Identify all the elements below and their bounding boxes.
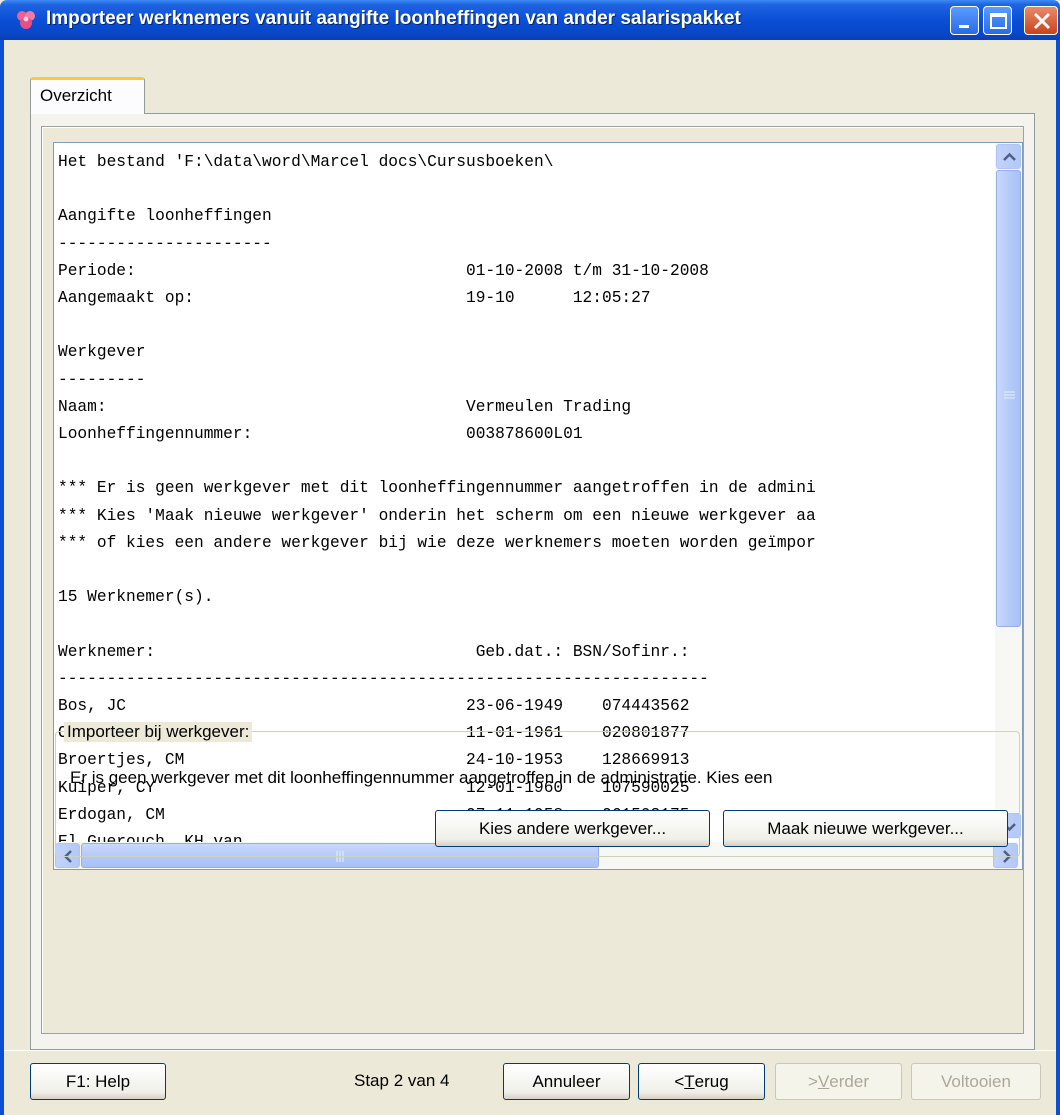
report-line	[58, 448, 816, 475]
next-button-key: V	[817, 1071, 830, 1091]
report-line	[58, 611, 816, 638]
close-button[interactable]	[1024, 6, 1058, 35]
window-frame-left	[0, 40, 4, 1115]
minimize-icon	[959, 25, 969, 28]
report-line	[58, 557, 816, 584]
report-line: *** of kies een andere werkgever bij wie…	[58, 533, 816, 552]
scroll-up-icon	[1003, 152, 1016, 161]
maximize-button[interactable]	[983, 6, 1012, 35]
back-button-key: T	[684, 1071, 695, 1091]
report-line: Werknemer: Geb.dat.: BSN/Sofinr.:	[58, 642, 690, 661]
report-line: 15 Werknemer(s).	[58, 588, 214, 607]
create-new-employer-button[interactable]: Maak nieuwe werkgever...	[723, 810, 1008, 847]
tab-overzicht[interactable]: Overzicht	[30, 77, 145, 114]
report-line	[58, 312, 816, 339]
report-line: Aangemaakt op: 19-10 12:05:27	[58, 289, 651, 308]
report-line: ----------------------	[58, 234, 272, 253]
title-bar[interactable]: Importeer werknemers vanuit aangifte loo…	[0, 0, 1060, 40]
next-button-rest: erder	[829, 1071, 869, 1091]
step-indicator: Stap 2 van 4	[354, 1071, 450, 1090]
minimize-button[interactable]	[950, 6, 979, 35]
help-button[interactable]: F1: Help	[30, 1063, 166, 1100]
groupbox-legend: Importeer bij werkgever:	[64, 722, 253, 742]
vertical-scroll-thumb[interactable]	[996, 170, 1021, 627]
report-line: Loonheffingennummer: 003878600L01	[58, 425, 583, 444]
footer-separator	[4, 1050, 1056, 1051]
choose-other-employer-button[interactable]: Kies andere werkgever...	[435, 810, 710, 847]
next-button[interactable]: > Verder	[775, 1063, 902, 1100]
grip-icon	[1004, 391, 1015, 399]
groupbox-message: Er is geen werkgever met dit loonheffing…	[70, 768, 773, 787]
report-line: *** Kies 'Maak nieuwe werkgever' onderin…	[58, 506, 816, 525]
report-line	[58, 176, 816, 203]
scroll-up-button[interactable]	[996, 144, 1021, 169]
cancel-button[interactable]: Annuleer	[503, 1063, 630, 1100]
next-button-prefix: >	[808, 1071, 818, 1091]
report-line: Het bestand 'F:\data\word\Marcel docs\Cu…	[58, 153, 554, 171]
maximize-icon	[990, 13, 1007, 29]
report-line: Bos, JC 23-06-1949 074443562	[58, 697, 690, 716]
back-button-rest: erug	[694, 1071, 729, 1091]
window-title: Importeer werknemers vanuit aangifte loo…	[46, 8, 741, 29]
report-line: Werkgever	[58, 343, 146, 362]
report-line: Naam: Vermeulen Trading	[58, 397, 632, 416]
report-line: *** Er is geen werkgever met dit loonhef…	[58, 479, 816, 498]
back-button-prefix: <	[674, 1071, 685, 1091]
report-line: Periode: 01-10-2008 t/m 31-10-2008	[58, 261, 709, 280]
close-icon	[1033, 12, 1051, 30]
back-button[interactable]: < Terug	[638, 1063, 765, 1100]
finish-button[interactable]: Voltooien	[911, 1063, 1041, 1100]
report-line: Aangifte loonheffingen	[58, 207, 272, 226]
report-line: ---------	[58, 370, 146, 389]
window-frame-right	[1056, 40, 1060, 1115]
report-line: ----------------------------------------…	[58, 669, 709, 688]
app-icon	[17, 11, 35, 29]
